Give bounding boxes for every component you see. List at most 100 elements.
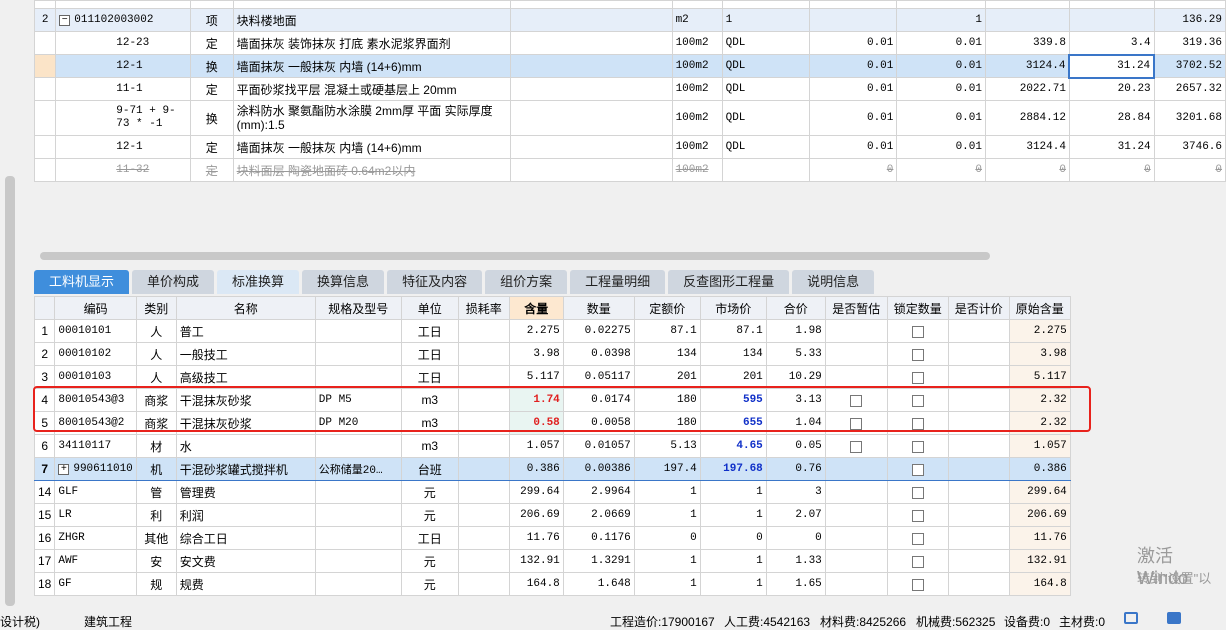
vertical-scrollbar[interactable] [0, 0, 22, 628]
resource-original-content: 2.275 [1008, 319, 1071, 343]
table-row-disabled[interactable]: 11-32 定 块料面层 陶瓷地面砖 0.64m2以内 100m2 0 0 0 … [33, 158, 1226, 182]
resource-spec [314, 526, 402, 550]
resource-original-content: 1.057 [1008, 434, 1071, 458]
tab-quantity-details[interactable]: 工程量明细 [570, 270, 666, 294]
resource-code: AWF [54, 549, 137, 573]
lock-qty-checkbox[interactable] [911, 417, 924, 430]
header-code[interactable]: 编码 [54, 296, 137, 320]
header-total[interactable]: 合价 [765, 296, 826, 320]
table-row[interactable]: 2 −011102003002 项 块料楼地面 m2 1 1 136.29 [33, 8, 1226, 32]
resource-quota-price: 134 [633, 342, 701, 366]
resource-row[interactable]: 14 GLF 管管理费元 299.64 2.9964 1 1 3 299.64 [33, 480, 1071, 504]
layout-single-icon[interactable] [1124, 612, 1138, 624]
header-lock-qty[interactable]: 锁定数量 [886, 296, 949, 320]
tab-features[interactable]: 特征及内容 [387, 270, 483, 294]
header-unit[interactable]: 单位 [400, 296, 459, 320]
resource-row[interactable]: 6 34110117 材水 m3 1.057 0.01057 5.13 4.65 0.05 1.0… [33, 434, 1071, 458]
horizontal-scrollbar[interactable] [34, 250, 1226, 262]
table-row-selected[interactable]: 12-1 换 墙面抹灰 一般抹灰 内墙 (14+6)mm 100m2 QDL 0… [33, 53, 1226, 79]
lock-qty-checkbox[interactable] [911, 463, 924, 476]
tab-labor-material-machine[interactable]: 工料机显示 [34, 270, 130, 294]
resource-row[interactable]: 3 00010103 人高级技工 工日 5.117 0.05117 201 201 10.29 5… [33, 365, 1071, 389]
tab-standard-conversion[interactable]: 标准换算 [217, 270, 300, 294]
tab-description[interactable]: 说明信息 [792, 270, 875, 294]
estimate-checkbox[interactable] [850, 394, 863, 407]
table-row[interactable]: 11-1 定 平面砂浆找平层 混凝土或硬基层上 20mm 100m2 QDL 0… [33, 77, 1226, 101]
resource-category: 管 [135, 480, 177, 504]
item-category: 定 [189, 77, 234, 101]
resource-loss-rate [457, 434, 510, 458]
lock-qty-checkbox[interactable] [911, 555, 924, 568]
estimate-checkbox[interactable] [850, 440, 863, 453]
resource-row[interactable]: 16 ZHGR 其他 综合工日 工日 11.76 0.1176 0 0 0 11.76 [33, 526, 1071, 550]
header-is-estimate[interactable]: 是否暂估 [824, 296, 888, 320]
lock-qty-checkbox[interactable] [911, 578, 924, 591]
row-number: 6 [33, 434, 56, 458]
item-content: 0.01 [808, 135, 898, 159]
header-category[interactable]: 类别 [135, 296, 177, 320]
resource-row[interactable]: 15 LR 利利润元 206.69 2.0669 1 1 2.07 206.69 [33, 503, 1071, 527]
lock-qty-checkbox[interactable] [911, 532, 924, 545]
resource-total: 10.29 [765, 365, 826, 389]
lock-qty-checkbox[interactable] [911, 325, 924, 338]
lock-qty-checkbox[interactable] [911, 509, 924, 522]
resource-row[interactable]: 17 AWF 安安文费元 132.91 1.3291 1 1 1.33 132.91 [33, 549, 1071, 573]
item-code: 12-23 [55, 31, 191, 55]
header-quantity[interactable]: 数量 [562, 296, 635, 320]
status-project-type[interactable]: 建筑工程 [84, 613, 132, 630]
item-content: 0.01 [808, 100, 898, 136]
lock-qty-checkbox[interactable] [911, 371, 924, 384]
item-code: 011102003002 [74, 14, 154, 26]
scrollbar-thumb[interactable] [40, 252, 990, 260]
item-content: 0.01 [808, 77, 898, 101]
resource-is-priced [947, 319, 1010, 343]
resource-row[interactable]: 1 00010101 人普工 工日 2.275 0.02275 87.1 87.1 1.98 2.… [33, 319, 1071, 343]
resource-code: GF [54, 572, 137, 596]
header-loss-rate[interactable]: 损耗率 [457, 296, 510, 320]
resource-is-priced [947, 365, 1010, 389]
resource-code: GLF [54, 480, 137, 504]
status-project-cost: 工程造价:17900167 [610, 615, 715, 629]
row-number: 17 [33, 549, 56, 573]
header-spec[interactable]: 规格及型号 [314, 296, 402, 320]
resource-loss-rate [457, 480, 510, 504]
resource-code: 80010543@2 [54, 411, 137, 435]
resource-unit: 工日 [400, 365, 459, 389]
header-is-priced[interactable]: 是否计价 [947, 296, 1010, 320]
resource-row[interactable]: 2 00010102 人一般技工 工日 3.98 0.0398 134 134 5.33 3.98 [33, 342, 1071, 366]
scrollbar-thumb[interactable] [5, 176, 15, 606]
table-row[interactable]: 9-71 + 9-73 * -1 换 涂料防水 聚氨酯防水涂膜 2mm厚 平面 … [33, 100, 1226, 136]
tab-graphic-quantity[interactable]: 反查图形工程量 [668, 270, 790, 294]
lock-qty-checkbox[interactable] [911, 348, 924, 361]
header-quota-price[interactable]: 定额价 [633, 296, 701, 320]
item-sum-cell-active[interactable]: 31.24 [1068, 53, 1156, 79]
resource-total: 3.13 [765, 388, 826, 412]
collapse-icon[interactable]: − [59, 15, 71, 26]
tab-conversion-info[interactable]: 换算信息 [302, 270, 385, 294]
item-qty: 0.01 [896, 31, 986, 55]
header-original-content[interactable]: 原始含量 [1008, 296, 1071, 320]
layout-split-icon[interactable] [1167, 612, 1181, 624]
resource-name: 普工 [175, 319, 316, 343]
resource-row[interactable]: 18 GF 规规费元 164.8 1.648 1 1 1.65 164.8 [33, 572, 1071, 596]
header-content[interactable]: 含量 [508, 296, 564, 320]
resource-quota-price: 201 [633, 365, 701, 389]
resource-row[interactable]: 5 80010543@2 商浆 干混抹灰砂浆 DP M20 m3 0.58 0.0058 180… [33, 411, 1071, 435]
lock-qty-checkbox[interactable] [911, 486, 924, 499]
estimate-checkbox[interactable] [850, 417, 863, 430]
tab-unit-price[interactable]: 单价构成 [132, 270, 215, 294]
lock-qty-checkbox[interactable] [911, 394, 924, 407]
resource-row[interactable]: 4 80010543@3 商浆 干混抹灰砂浆 DP M5 m3 1.74 0.0174 180 5… [33, 388, 1071, 412]
resource-row[interactable]: 7 +990611010 机干混砂浆罐式搅拌机 公称储量20… 台班 0.386 0.003… [33, 457, 1071, 481]
resource-quota-price: 1 [633, 480, 701, 504]
expand-icon[interactable]: + [58, 464, 70, 475]
resource-table: 编码 类别 名称 规格及型号 单位 损耗率 含量 数量 定额价 市场价 合价 是… [33, 296, 1071, 596]
item-total: 3702.52 [1153, 54, 1226, 78]
table-row[interactable]: 12-1 定 墙面抹灰 一般抹灰 内墙 (14+6)mm 100m2 QDL 0… [33, 135, 1226, 159]
header-name[interactable]: 名称 [175, 296, 316, 320]
table-row[interactable]: 12-23 定 墙面抹灰 装饰抹灰 打底 素水泥浆界面剂 100m2 QDL 0… [33, 31, 1226, 55]
lock-qty-checkbox[interactable] [911, 440, 924, 453]
resource-loss-rate [457, 365, 510, 389]
tab-pricing-plan[interactable]: 组价方案 [485, 270, 568, 294]
header-market-price[interactable]: 市场价 [699, 296, 767, 320]
